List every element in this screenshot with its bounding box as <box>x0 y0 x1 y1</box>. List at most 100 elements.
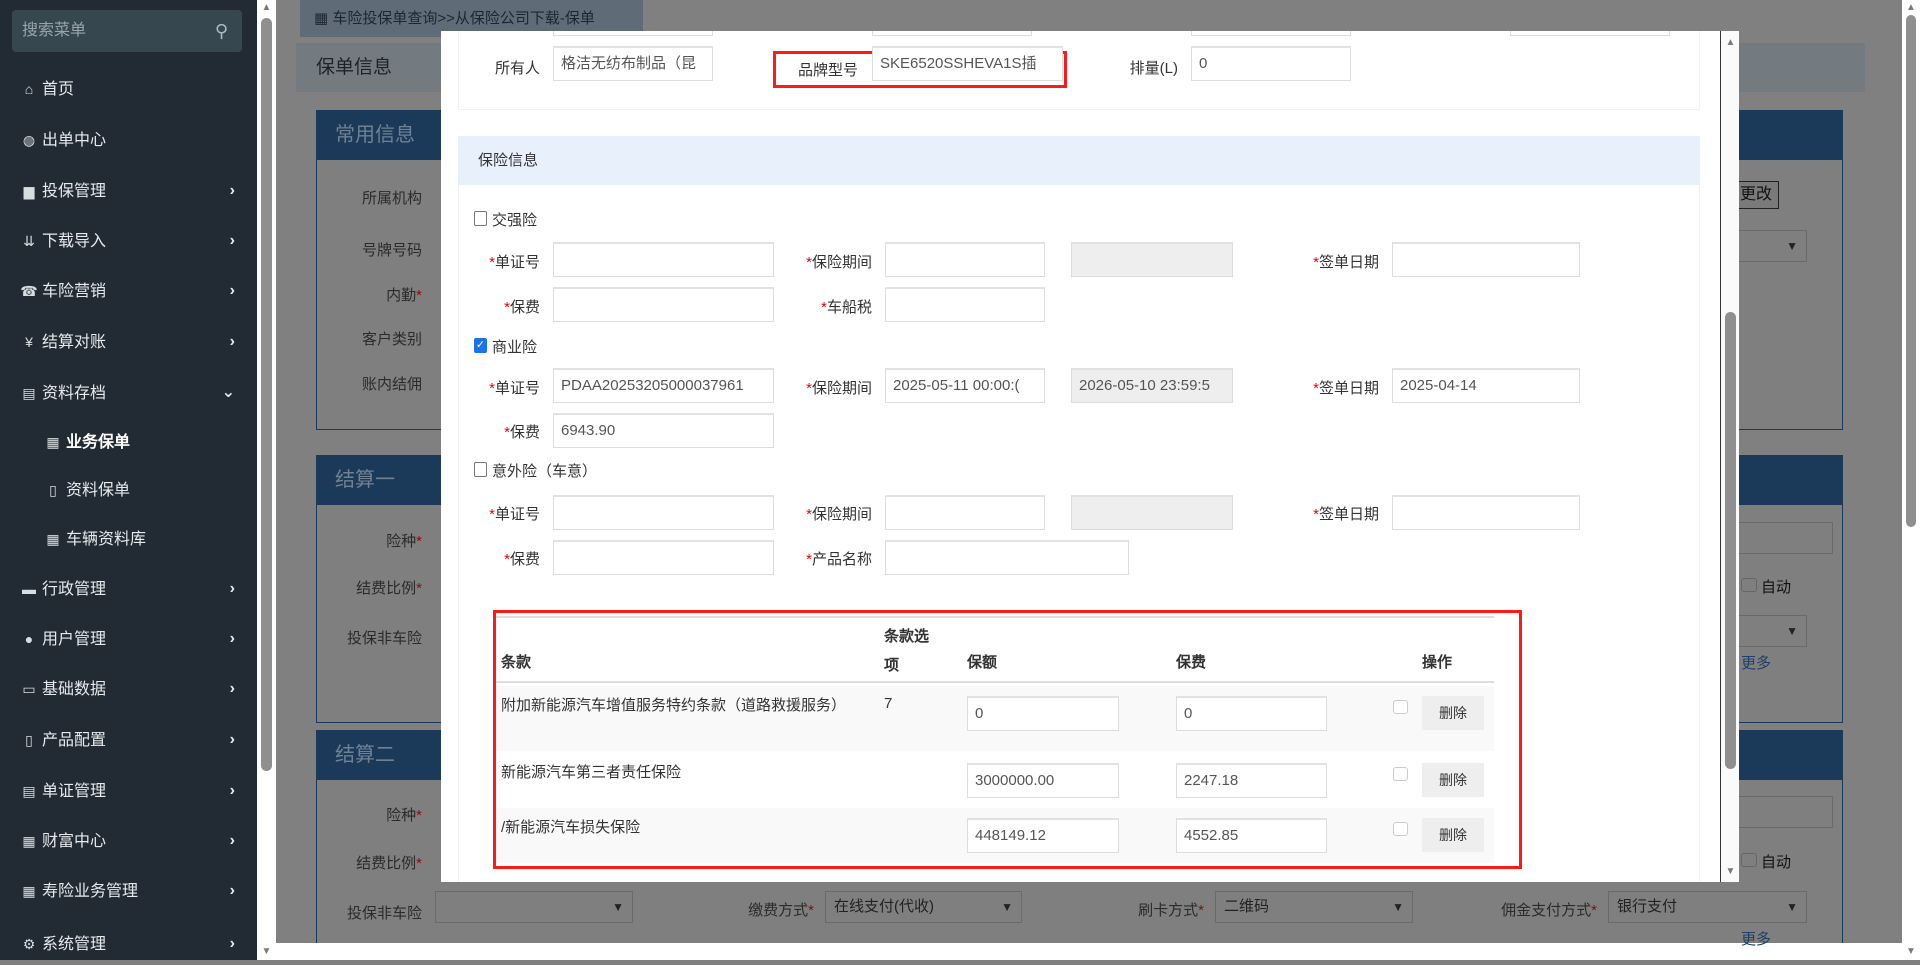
accident-period-start[interactable] <box>885 495 1045 530</box>
premium-input[interactable]: 4552.85 <box>1176 818 1327 853</box>
delete-button[interactable]: 删除 <box>1422 818 1484 852</box>
sidebar-item[interactable]: ▯ 资料保单 <box>0 470 257 510</box>
table-header-border <box>496 681 1494 683</box>
sidebar-item[interactable]: ▬ 行政管理 › <box>0 569 257 609</box>
settle1-more-link[interactable]: 更多 <box>1741 652 1771 673</box>
commercial-premium-input[interactable]: 6943.90 <box>553 413 774 448</box>
scroll-up-icon[interactable]: ▲ <box>1721 37 1739 48</box>
sidebar-item[interactable]: ▦ 业务保单 <box>0 422 257 462</box>
vessel-tax-label: *车船税 <box>821 299 872 316</box>
sidebar-item[interactable]: ▤ 资料存档 ⌄ <box>0 373 257 413</box>
premium-input[interactable]: 0 <box>1176 696 1327 731</box>
list-icon: ▤ <box>22 783 36 799</box>
grid-icon: ▦ <box>314 10 333 27</box>
scrollbar-thumb[interactable] <box>261 18 272 771</box>
home-icon: ⌂ <box>24 81 34 97</box>
sidebar-item[interactable]: ▦ 车辆资料库 <box>0 519 257 559</box>
row-checkbox[interactable] <box>1393 700 1408 714</box>
commission-method-select[interactable]: 银行支付 ▼ <box>1608 891 1807 923</box>
settle1-select[interactable]: ▼ <box>1733 615 1807 647</box>
accident-checkbox[interactable] <box>474 462 487 477</box>
delete-button[interactable]: 删除 <box>1422 763 1484 797</box>
sidebar-item[interactable]: ▤ 单证管理 › <box>0 771 257 811</box>
accident-premium-input[interactable] <box>553 540 774 575</box>
scroll-up-icon[interactable]: ▲ <box>257 2 276 13</box>
scrollbar-thumb[interactable] <box>1725 312 1736 769</box>
sidebar-item[interactable]: ⌂ 首页 <box>0 69 257 109</box>
displacement-input[interactable]: 0 <box>1191 46 1351 81</box>
sidebar-item[interactable]: ▭ 基础数据 › <box>0 669 257 709</box>
sidebar-item[interactable]: ▆ 投保管理 › <box>0 171 257 211</box>
settle2-more-link[interactable]: 更多 <box>1741 928 1771 949</box>
menu-search-input[interactable]: 搜索菜单 ⚲ <box>12 10 242 52</box>
premium-label: *保费 <box>504 424 540 441</box>
sidebar-item-label: 结算对账 <box>42 334 107 351</box>
commission-method-label: 佣金支付方式* <box>1501 902 1597 919</box>
compulsory-checkbox[interactable] <box>474 211 487 226</box>
sidebar-item-label: 出单中心 <box>42 132 107 149</box>
clause-name: 新能源汽车第三者责任保险 <box>501 764 682 781</box>
label-insurance-type: 险种* <box>386 533 422 550</box>
card-method-select[interactable]: 二维码 ▼ <box>1215 891 1413 923</box>
settle1-input[interactable] <box>1733 522 1833 554</box>
amount-input[interactable]: 448149.12 <box>967 818 1119 853</box>
vessel-tax-input[interactable] <box>885 287 1045 322</box>
row-checkbox[interactable] <box>1393 767 1408 781</box>
chevron-right-icon: › <box>229 333 235 350</box>
search-icon[interactable]: ⚲ <box>215 10 228 52</box>
commercial-cert-input[interactable]: PDAA20253205000037961 <box>553 368 774 403</box>
accident-cert-input[interactable] <box>553 495 774 530</box>
sidebar-item[interactable]: ☎ 车险营销 › <box>0 271 257 311</box>
owner-input[interactable]: 格洁无纺布制品（昆 <box>553 46 713 81</box>
sidebar-item[interactable]: ⚙ 系统管理 › <box>0 924 257 964</box>
sidebar-item-label: 单证管理 <box>42 783 107 800</box>
scroll-down-icon[interactable]: ▼ <box>1902 946 1920 957</box>
commercial-sign-date[interactable]: 2025-04-14 <box>1392 368 1580 403</box>
sidebar-item[interactable]: ● 用户管理 › <box>0 619 257 659</box>
sidebar-item[interactable]: ◍ 出单中心 <box>0 120 257 160</box>
sidebar-item[interactable]: ¥ 结算对账 › <box>0 322 257 362</box>
modal-scrollbar[interactable]: ▲ ▼ <box>1720 31 1739 882</box>
amount-input[interactable]: 0 <box>967 696 1119 731</box>
pay-method-select[interactable]: 在线支付(代收) ▼ <box>825 891 1022 923</box>
scroll-down-icon[interactable]: ▼ <box>1721 866 1739 877</box>
common-select[interactable]: ▼ <box>1733 230 1807 262</box>
cert-label: *单证号 <box>489 254 540 271</box>
change-button[interactable]: 更改 <box>1733 181 1779 209</box>
delete-button[interactable]: 删除 <box>1422 696 1484 730</box>
chevron-right-icon: › <box>229 182 235 199</box>
book-icon: ▯ <box>25 732 33 748</box>
user-icon: ● <box>24 631 34 647</box>
amount-input[interactable]: 3000000.00 <box>967 763 1119 798</box>
accident-sign-date[interactable] <box>1392 495 1580 530</box>
chevron-down-icon: ▼ <box>1392 900 1404 914</box>
cert-label: *单证号 <box>489 506 540 523</box>
settle1-auto-checkbox[interactable] <box>1741 578 1757 592</box>
sidebar-item[interactable]: ▦ 财富中心 › <box>0 821 257 861</box>
scrollbar-thumb[interactable] <box>1906 15 1916 527</box>
compulsory-premium-input[interactable] <box>553 287 774 322</box>
model-input[interactable]: SKE6520SSHEVA1S插 <box>872 46 1063 81</box>
product-name-input[interactable] <box>885 540 1129 575</box>
compulsory-sign-date[interactable] <box>1392 242 1580 277</box>
chevron-down-icon: ▼ <box>612 900 624 914</box>
sidebar-item[interactable]: ▦ 寿险业务管理 › <box>0 871 257 911</box>
sidebar-item[interactable]: ⇊ 下载导入 › <box>0 221 257 261</box>
compulsory-cert-input[interactable] <box>553 242 774 277</box>
commercial-checkbox[interactable]: ✓ <box>474 338 487 353</box>
breadcrumb-text: 车险投保单查询>>从保险公司下载-保单 <box>332 10 595 27</box>
commercial-period-start[interactable]: 2025-05-11 00:00:( <box>885 368 1045 403</box>
premium-input[interactable]: 2247.18 <box>1176 763 1327 798</box>
row-checkbox[interactable] <box>1393 822 1408 836</box>
settle2-input[interactable] <box>1733 796 1833 828</box>
sidebar-scrollbar[interactable]: ▲ ▼ <box>257 0 276 960</box>
compulsory-period-start[interactable] <box>885 242 1045 277</box>
scroll-up-icon[interactable]: ▲ <box>1902 2 1920 13</box>
sidebar-item[interactable]: ▯ 产品配置 › <box>0 720 257 760</box>
page-scrollbar[interactable]: ▲ ▼ <box>1902 0 1920 960</box>
horizontal-scrollbar[interactable] <box>276 943 1902 960</box>
scroll-down-icon[interactable]: ▼ <box>257 946 276 957</box>
non-auto-select[interactable]: ▼ <box>435 891 633 923</box>
settle2-auto-checkbox[interactable] <box>1741 853 1757 867</box>
label-commission: 账内结佣 <box>361 376 422 393</box>
